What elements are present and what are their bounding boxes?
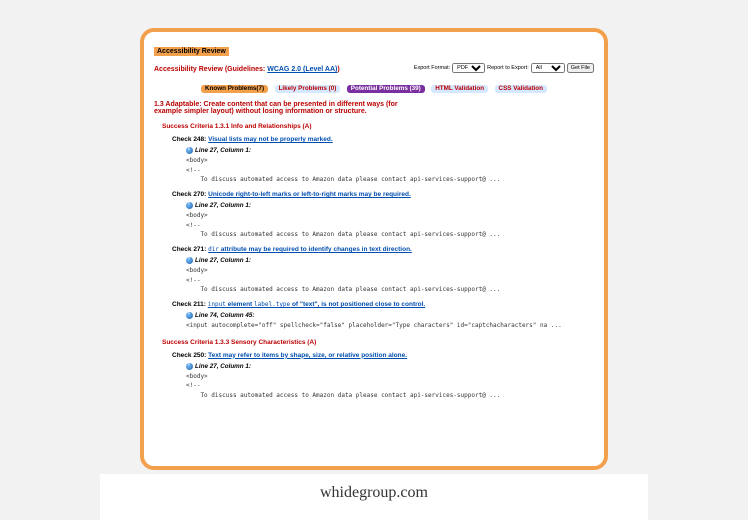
line-27-1: Line 27, Column 1	[195, 363, 249, 370]
check-211-code: <input autocomplete="off" spellcheck="fa…	[186, 321, 594, 331]
watermark: whidegroup.com	[100, 474, 648, 520]
check-248: Check 248: Visual lists may not be prope…	[172, 136, 594, 143]
check-250-code: <body> <!-- To discuss automated access …	[186, 372, 594, 401]
section-heading: 1.3 Adaptable: Create content that can b…	[154, 101, 414, 115]
check-211-mid: element	[226, 301, 254, 308]
line-27-1: Line 27, Column 1	[195, 147, 249, 154]
line-27-1: Line 27, Column 1	[195, 257, 249, 264]
check-270-code: <body> <!-- To discuss automated access …	[186, 211, 594, 240]
guideline-line: Accessibility Review (Guidelines: WCAG 2…	[154, 66, 340, 73]
export-report-label: Report to Export:	[487, 65, 529, 71]
title-bar: Accessibility Review	[154, 47, 229, 56]
criteria-1-3-3: Success Criteria 1.3.3 Sensory Character…	[162, 339, 594, 346]
tab-html-validation[interactable]: HTML Validation	[431, 85, 488, 93]
check-211: Check 211: input element label.type of "…	[172, 301, 594, 308]
check-250-line: Line 27, Column 1:	[186, 363, 594, 370]
check-250-link[interactable]: Text may refer to items by shape, size, …	[208, 352, 407, 359]
line-74-45: Line 74, Column 45	[195, 312, 252, 319]
export-format-select[interactable]: PDF	[452, 63, 485, 73]
input-tag: input	[208, 301, 226, 308]
export-controls: Export Format: PDF Report to Export: All…	[414, 63, 594, 73]
tab-potential-problems[interactable]: Potential Problems (39)	[347, 85, 425, 93]
guideline-link[interactable]: WCAG 2.0 (Level AA)	[267, 66, 337, 73]
tab-known-problems[interactable]: Known Problems(7)	[201, 85, 268, 93]
info-icon	[186, 312, 193, 319]
check-270-line: Line 27, Column 1:	[186, 202, 594, 209]
check-211-label: Check 211:	[172, 301, 206, 308]
check-250-label: Check 250:	[172, 352, 206, 359]
tabs-row: Known Problems(7) Likely Problems (0) Po…	[154, 77, 594, 95]
check-271-tail: attribute may be required to identify ch…	[219, 246, 412, 253]
info-icon	[186, 363, 193, 370]
line-27-1: Line 27, Column 1	[195, 202, 249, 209]
info-icon	[186, 147, 193, 154]
check-248-code: <body> <!-- To discuss automated access …	[186, 156, 594, 185]
export-report-select[interactable]: All	[531, 63, 565, 73]
check-248-line: Line 27, Column 1:	[186, 147, 594, 154]
check-271-link[interactable]: dir attribute may be required to identif…	[208, 246, 412, 253]
check-270-label: Check 270:	[172, 191, 206, 198]
tab-likely-problems[interactable]: Likely Problems (0)	[275, 85, 341, 93]
check-248-link[interactable]: Visual lists may not be properly marked.	[208, 136, 333, 143]
check-211-link[interactable]: input element label.type of "text", is n…	[208, 301, 425, 308]
check-271: Check 271: dir attribute may be required…	[172, 246, 594, 253]
dir-tag: dir	[208, 246, 219, 253]
check-250: Check 250: Text may refer to items by sh…	[172, 352, 594, 359]
export-format-label: Export Format:	[414, 65, 450, 71]
export-button[interactable]: Get File	[567, 63, 594, 73]
check-271-label: Check 271:	[172, 246, 206, 253]
check-248-label: Check 248:	[172, 136, 206, 143]
guideline-prefix: Accessibility Review (Guidelines:	[154, 66, 267, 73]
criteria-1-3-1: Success Criteria 1.3.1 Info and Relation…	[162, 123, 594, 130]
tab-css-validation[interactable]: CSS Validation	[495, 85, 547, 93]
check-211-line: Line 74, Column 45:	[186, 312, 594, 319]
top-row: Accessibility Review (Guidelines: WCAG 2…	[154, 62, 594, 73]
guideline-suffix: )	[337, 66, 339, 73]
report-frame: Accessibility Review Accessibility Revie…	[140, 28, 608, 470]
check-271-code: <body> <!-- To discuss automated access …	[186, 266, 594, 295]
check-270-link[interactable]: Unicode right-to-left marks or left-to-r…	[208, 191, 411, 198]
label-type-tag: label.type	[254, 301, 290, 308]
check-270: Check 270: Unicode right-to-left marks o…	[172, 191, 594, 198]
info-icon	[186, 257, 193, 264]
info-icon	[186, 202, 193, 209]
check-211-tail: of "text", is not positioned close to co…	[290, 301, 425, 308]
check-271-line: Line 27, Column 1:	[186, 257, 594, 264]
